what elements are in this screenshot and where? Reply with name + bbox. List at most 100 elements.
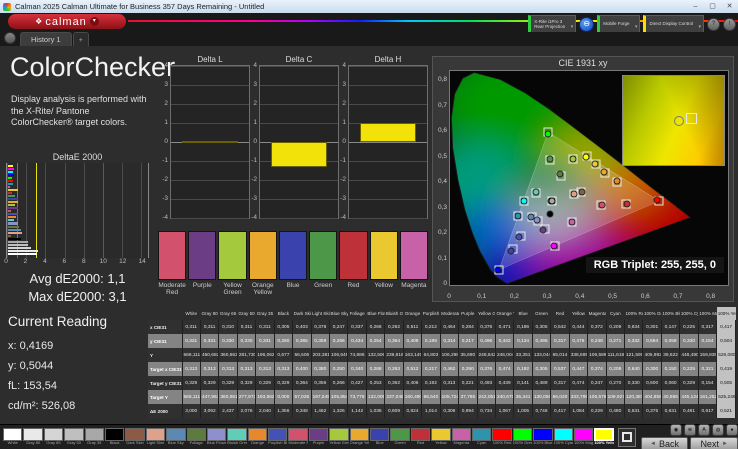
- patch-button-red[interactable]: Red: [411, 428, 430, 446]
- tab-history-1[interactable]: History 1: [20, 32, 72, 46]
- patch-button-100-red[interactable]: 100% Red: [492, 428, 511, 446]
- cie-chart-panel: CIE 1931 xy: [432, 56, 734, 302]
- cell: 0,192: [422, 376, 440, 390]
- patch-button-yellow[interactable]: Yellow: [431, 428, 450, 446]
- patch-button-orange[interactable]: Orange: [248, 428, 267, 446]
- back-button[interactable]: ◄ Back: [641, 437, 689, 449]
- meter-device-button[interactable]: X-Rite i1Pro 3 Rear Projection▾: [528, 15, 576, 33]
- patch-button-yellow-green[interactable]: Yellow Green: [329, 428, 348, 446]
- cell: 0,359: [311, 334, 329, 348]
- patch-button-white[interactable]: White: [3, 428, 22, 446]
- patch-button-dark-skin[interactable]: Dark Skin: [125, 428, 144, 446]
- swatch-color: [188, 231, 216, 280]
- y-tick-label: -1: [158, 157, 168, 164]
- grid-line: [349, 180, 427, 181]
- cell: 73,778: [348, 390, 366, 404]
- cell: 35,690: [459, 348, 477, 362]
- patch-button-cyan[interactable]: Cyan: [472, 428, 491, 446]
- measure-control-button-1[interactable]: ◉: [670, 424, 682, 436]
- cell: 0,746: [532, 404, 550, 418]
- chevron-down-icon: ▾: [635, 25, 638, 31]
- measure-control-button-5[interactable]: ●: [726, 424, 738, 436]
- patch-color: [554, 428, 573, 441]
- cell: 0,309: [440, 404, 458, 418]
- history-menu-button[interactable]: [4, 32, 16, 44]
- patch-button-light-skin[interactable]: Light Skin: [146, 428, 165, 446]
- display-control-button[interactable]: Direct Display Control▾: [643, 15, 704, 33]
- y-tick-label: 1: [158, 119, 168, 126]
- patch-button-foliage[interactable]: Foliage: [187, 428, 206, 446]
- patch-button-100-yellow[interactable]: 100% Yellow: [594, 428, 613, 446]
- patch-button-gray-65[interactable]: Gray 65: [44, 428, 63, 446]
- help-button[interactable]: ?: [707, 18, 720, 31]
- grid-line: [260, 66, 338, 67]
- row-label: ΔE 2000: [148, 404, 182, 418]
- add-tab-button[interactable]: +: [73, 32, 89, 46]
- cie-x-tick: 0,5: [605, 293, 621, 300]
- delta-l-plot: 43210-1-2-3-4: [170, 65, 250, 219]
- cell: 448,490: [680, 348, 698, 362]
- close-button[interactable]: ✕: [721, 0, 738, 13]
- x-tick-label: 4: [39, 258, 51, 265]
- patch-button-blue[interactable]: Blue: [370, 428, 389, 446]
- cell: 2,437: [219, 404, 237, 418]
- patch-button-100-green[interactable]: 100% Green: [513, 428, 532, 446]
- measured-point-100-green: [546, 131, 551, 136]
- minimize-button[interactable]: –: [687, 0, 704, 13]
- calman-menu-button[interactable]: ❖ calman ▾: [8, 14, 126, 29]
- patch-label: Light Skin: [146, 441, 165, 446]
- cell: 0,225: [680, 320, 698, 334]
- cell: 1,462: [311, 404, 329, 418]
- swatch-label: Yellow Green: [218, 282, 246, 296]
- patch-button-gray-80[interactable]: Gray 80: [23, 428, 42, 446]
- patch-button-gray-35[interactable]: Gray 35: [85, 428, 104, 446]
- de-bar-purple: [8, 207, 18, 209]
- notification-button[interactable]: !: [723, 18, 736, 31]
- patch-button-purple[interactable]: Purple: [309, 428, 328, 446]
- de-bar-yellow-green: [8, 204, 15, 206]
- y-tick-label: 1: [247, 119, 257, 126]
- cell: 0,317: [551, 376, 569, 390]
- patch-button-blue-flower[interactable]: Blue Flower: [207, 428, 226, 446]
- patch-button-black[interactable]: Black: [105, 428, 124, 446]
- cell: 0,594: [643, 334, 661, 348]
- de-bar-100-cyan: [8, 171, 13, 173]
- patch-color: [513, 428, 532, 441]
- patch-button-magenta[interactable]: Magenta: [452, 428, 471, 446]
- cell: 0,444: [569, 320, 587, 334]
- patch-button-100-magenta[interactable]: 100% Magenta: [574, 428, 593, 446]
- meter-status-icon[interactable]: ⊖: [579, 17, 594, 32]
- patch-button-gray-50[interactable]: Gray 50: [64, 428, 83, 446]
- de-bar-gray-65: [8, 247, 31, 249]
- cell: 0,329: [680, 376, 698, 390]
- patch-button-purplish-blue[interactable]: Purplish Blue: [268, 428, 287, 446]
- patch-button-bluish-green[interactable]: Bluish Green: [227, 428, 246, 446]
- patch-button-green[interactable]: Green: [390, 428, 409, 446]
- stop-button[interactable]: [618, 428, 636, 447]
- swatch-yellow-green: Yellow Green: [218, 231, 246, 296]
- col-header-bluish-green: Bluish Green: [385, 307, 403, 320]
- table-row-y-cie31: y CIE310,3310,3310,3300,3300,3310,2800,3…: [148, 334, 736, 348]
- cell: 0,329: [256, 376, 274, 390]
- patch-button-100-blue[interactable]: 100% Blue: [533, 428, 552, 446]
- measure-controls: ◉⊕A◍●: [641, 424, 738, 436]
- patch-button-blue-sky[interactable]: Blue Sky: [166, 428, 185, 446]
- next-button[interactable]: Next ►: [690, 437, 738, 449]
- cell: 0,462: [440, 362, 458, 376]
- cell: 1,014: [422, 404, 440, 418]
- de-bar-dark-skin: [8, 235, 11, 237]
- source-device-button[interactable]: Mobile Forge▾: [597, 15, 640, 33]
- cell: 0,600: [643, 376, 661, 390]
- measure-control-button-2[interactable]: ⊕: [684, 424, 696, 436]
- patch-button-orange-yellow[interactable]: Orange Yellow: [350, 428, 369, 446]
- delta-c-plot: 43210-1-2-3-4: [259, 65, 339, 219]
- cell: 240,670: [495, 390, 513, 404]
- patch-button-100-cyan[interactable]: 100% Cyan: [554, 428, 573, 446]
- de-bar-green: [8, 195, 15, 197]
- delta-c-chart: Delta C 43210-1-2-3-4: [247, 55, 339, 219]
- maximize-button[interactable]: ▢: [704, 0, 721, 13]
- cell: 0,305: [274, 320, 292, 334]
- patch-button-moderate-red[interactable]: Moderate Red: [288, 428, 307, 446]
- measure-control-button-3[interactable]: A: [698, 424, 710, 436]
- measure-control-button-4[interactable]: ◍: [712, 424, 724, 436]
